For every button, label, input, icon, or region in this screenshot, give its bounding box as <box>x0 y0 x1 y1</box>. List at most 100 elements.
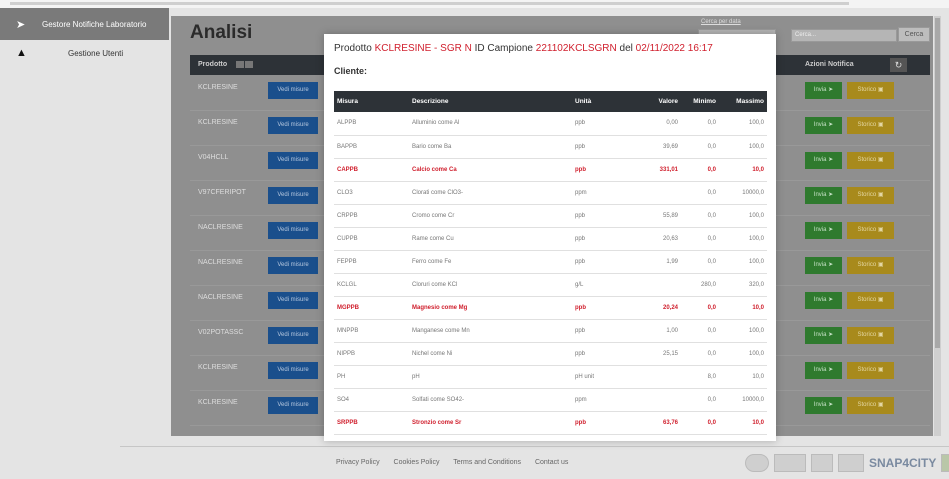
product-name: KCLRESINE <box>198 364 238 371</box>
contact-link[interactable]: Contact us <box>535 459 568 466</box>
cell-minimo: 8,0 <box>681 365 719 389</box>
cell-descrizione: Manganese come Mn <box>409 319 572 343</box>
view-measures-button[interactable]: Vedi misure <box>268 117 318 134</box>
footer: Privacy Policy Cookies Policy Terms and … <box>120 446 949 479</box>
history-button[interactable]: Storico ▣ <box>847 327 894 344</box>
date-label: del <box>619 43 633 54</box>
history-button[interactable]: Storico ▣ <box>847 82 894 99</box>
history-label: Storico <box>857 262 877 268</box>
send-notification-button[interactable]: Invia ➤ <box>805 222 842 239</box>
product-name: NACLRESINE <box>198 259 243 266</box>
view-measures-button[interactable]: Vedi misure <box>268 82 318 99</box>
send-icon: ➤ <box>828 402 834 408</box>
send-notification-button[interactable]: Invia ➤ <box>805 257 842 274</box>
cell-minimo: 0,0 <box>681 135 719 159</box>
cell-descrizione: Stronzio come Sr <box>409 411 572 435</box>
view-measures-button[interactable]: Vedi misure <box>268 257 318 274</box>
cookies-link[interactable]: Cookies Policy <box>394 459 440 466</box>
sort-desc-icon[interactable] <box>245 61 253 68</box>
history-label: Storico <box>857 87 877 93</box>
sidebar: ➤ Gestore Notifiche Laboratorio ▲ Gestio… <box>0 8 169 120</box>
history-icon: ▣ <box>877 157 884 163</box>
history-label: Storico <box>857 367 877 373</box>
history-button[interactable]: Storico ▣ <box>847 117 894 134</box>
cell-valore: 39,69 <box>634 135 681 159</box>
date-search-label[interactable]: Cerca per data <box>701 19 741 25</box>
product-name: V04HCLL <box>198 154 229 161</box>
product-name: KCLRESINE <box>198 84 238 91</box>
send-arrow-icon: ➤ <box>16 18 26 31</box>
column-prodotto: Prodotto <box>198 61 228 68</box>
cell-minimo: 0,0 <box>681 250 719 274</box>
history-button[interactable]: Storico ▣ <box>847 362 894 379</box>
view-measures-button[interactable]: Vedi misure <box>268 222 318 239</box>
send-label: Invia <box>813 192 827 198</box>
snap4city-logo: SNAP4CITY <box>869 456 937 470</box>
history-button[interactable]: Storico ▣ <box>847 152 894 169</box>
top-strip <box>0 0 949 8</box>
product-name: KCLRESINE <box>198 119 238 126</box>
cell-misura: CUPPB <box>334 227 409 251</box>
cell-valore: 63,76 <box>634 411 681 435</box>
sidebar-item-label: Gestore Notifiche Laboratorio <box>42 19 147 29</box>
history-icon: ▣ <box>877 87 884 93</box>
history-icon: ▣ <box>877 332 884 338</box>
send-notification-button[interactable]: Invia ➤ <box>805 397 842 414</box>
cell-unita: ppm <box>572 388 634 412</box>
history-label: Storico <box>857 157 877 163</box>
send-notification-button[interactable]: Invia ➤ <box>805 327 842 344</box>
history-button[interactable]: Storico ▣ <box>847 292 894 309</box>
send-notification-button[interactable]: Invia ➤ <box>805 152 842 169</box>
measure-row: NIPPB Nichel come Ni ppb 25,15 0,0 100,0 <box>334 342 767 366</box>
history-button[interactable]: Storico ▣ <box>847 187 894 204</box>
cell-valore: 1,00 <box>634 319 681 343</box>
measure-row: PH pH pH unit 8,0 10,0 <box>334 365 767 389</box>
measure-row: MGPPB Magnesio come Mg ppb 20,24 0,0 10,0 <box>334 296 767 320</box>
measure-row: FEPPB Ferro come Fe ppb 1,99 0,0 100,0 <box>334 250 767 274</box>
cell-misura: BAPPB <box>334 135 409 159</box>
history-button[interactable]: Storico ▣ <box>847 257 894 274</box>
measures-modal: Prodotto KCLRESINE - SGR N ID Campione 2… <box>324 34 776 441</box>
cell-misura: FEPPB <box>334 250 409 274</box>
view-measures-button[interactable]: Vedi misure <box>268 187 318 204</box>
view-measures-button[interactable]: Vedi misure <box>268 327 318 344</box>
send-notification-button[interactable]: Invia ➤ <box>805 187 842 204</box>
send-notification-button[interactable]: Invia ➤ <box>805 362 842 379</box>
privacy-link[interactable]: Privacy Policy <box>336 459 380 466</box>
cell-valore: 20,24 <box>634 296 681 320</box>
cell-misura: MGPPB <box>334 296 409 320</box>
cell-misura: CRPPB <box>334 204 409 228</box>
view-measures-button[interactable]: Vedi misure <box>268 362 318 379</box>
cell-massimo: 100,0 <box>719 250 767 274</box>
view-measures-button[interactable]: Vedi misure <box>268 152 318 169</box>
send-icon: ➤ <box>828 367 834 373</box>
sidebar-item-notifiche[interactable]: ➤ Gestore Notifiche Laboratorio <box>0 8 169 40</box>
scrollbar[interactable] <box>934 16 941 436</box>
cell-minimo: 280,0 <box>681 273 719 297</box>
cell-misura: PH <box>334 365 409 389</box>
cell-minimo: 0,0 <box>681 319 719 343</box>
view-measures-button[interactable]: Vedi misure <box>268 397 318 414</box>
history-button[interactable]: Storico ▣ <box>847 397 894 414</box>
send-notification-button[interactable]: Invia ➤ <box>805 292 842 309</box>
cell-unita: ppb <box>572 227 634 251</box>
send-notification-button[interactable]: Invia ➤ <box>805 82 842 99</box>
history-icon: ▣ <box>877 367 884 373</box>
refresh-icon[interactable]: ↻ <box>890 58 907 72</box>
cell-descrizione: Bario come Ba <box>409 135 572 159</box>
cell-misura: KCLGL <box>334 273 409 297</box>
scrollbar-thumb[interactable] <box>935 18 940 348</box>
id-label: ID Campione <box>474 43 533 54</box>
sidebar-item-utenti[interactable]: ▲ Gestione Utenti <box>0 40 169 66</box>
sort-asc-icon[interactable] <box>236 61 244 68</box>
search-input[interactable]: Cerca... <box>791 29 897 42</box>
cell-valore: 1,99 <box>634 250 681 274</box>
search-button[interactable]: Cerca <box>898 27 930 42</box>
cell-valore: 55,89 <box>634 204 681 228</box>
view-measures-button[interactable]: Vedi misure <box>268 292 318 309</box>
dinfo-logo <box>811 454 833 472</box>
sort-controls[interactable] <box>236 61 254 70</box>
send-notification-button[interactable]: Invia ➤ <box>805 117 842 134</box>
history-button[interactable]: Storico ▣ <box>847 222 894 239</box>
terms-link[interactable]: Terms and Conditions <box>453 459 521 466</box>
